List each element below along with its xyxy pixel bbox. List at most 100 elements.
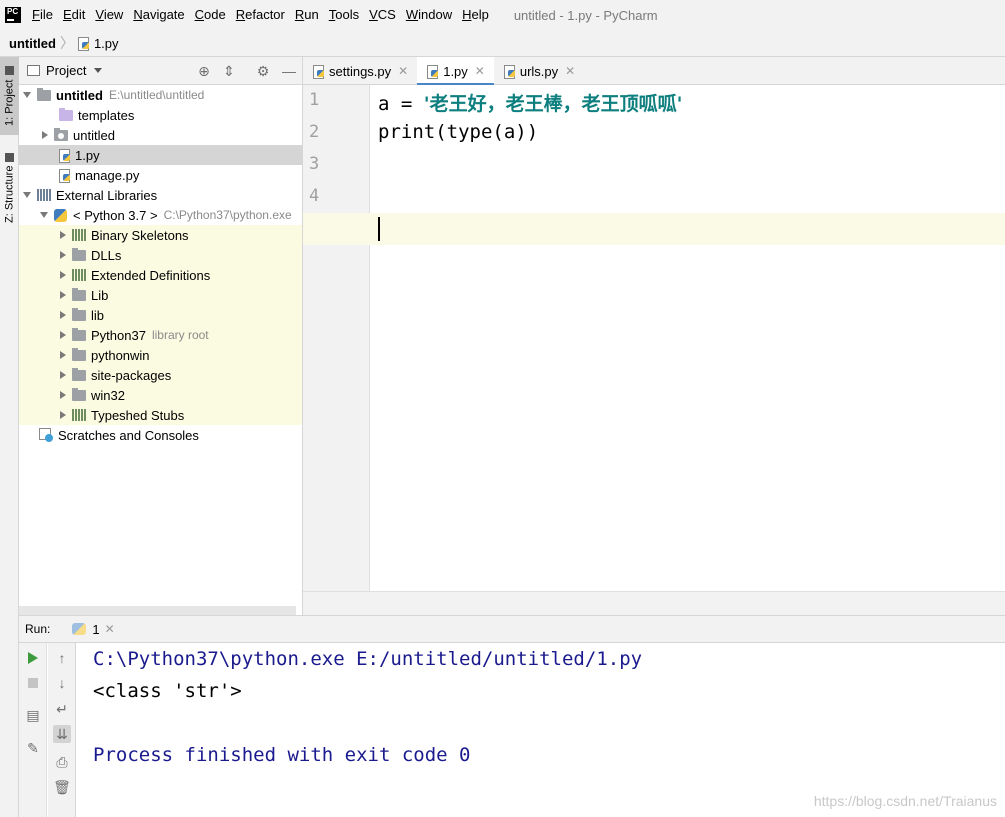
folder-icon	[72, 287, 86, 301]
close-icon[interactable]: ✕	[565, 64, 575, 78]
code-line-2[interactable]: print(type(a))	[378, 121, 538, 143]
tree-item-1py[interactable]: 1.py	[19, 145, 302, 165]
tab-settings-py[interactable]: settings.py ✕	[303, 57, 417, 85]
menu-edit[interactable]: Edit	[58, 0, 90, 30]
scroll-down-button[interactable]: ↓	[53, 674, 71, 692]
tab-label: urls.py	[519, 63, 559, 79]
menu-code[interactable]: Code	[190, 0, 231, 30]
close-icon[interactable]: ✕	[475, 64, 485, 78]
menu-tools[interactable]: Tools	[324, 0, 364, 30]
tree-item-label: Lib	[91, 287, 109, 303]
tree-item-extended-definitions[interactable]: Extended Definitions	[19, 265, 302, 285]
menu-refactor[interactable]: Refactor	[231, 0, 290, 30]
tree-item-typeshed-stubs[interactable]: Typeshed Stubs	[19, 405, 302, 425]
expanded-arrow-icon[interactable]	[40, 212, 48, 218]
menu-vcs[interactable]: VCS	[364, 0, 401, 30]
stop-button[interactable]	[24, 674, 42, 692]
tree-item-lib-lower[interactable]: lib	[19, 305, 302, 325]
collapsed-arrow-icon[interactable]	[60, 291, 66, 299]
menu-help[interactable]: Help	[457, 0, 494, 30]
menu-file[interactable]: File	[27, 0, 58, 30]
collapsed-arrow-icon[interactable]	[60, 311, 66, 319]
pin-tab-button[interactable]: ✎	[24, 739, 42, 757]
chevron-down-icon[interactable]	[94, 68, 103, 73]
run-tab[interactable]: 1	[92, 622, 99, 637]
library-icon	[72, 269, 86, 281]
tree-item-binary-skeletons[interactable]: Binary Skeletons	[19, 225, 302, 245]
menu-navigate[interactable]: Navigate	[128, 0, 189, 30]
minimize-icon[interactable]: —	[281, 63, 297, 79]
folder-icon	[72, 367, 86, 381]
locate-target-icon[interactable]: ⊕	[196, 63, 212, 79]
tab-1-py[interactable]: 1.py ✕	[417, 57, 494, 86]
collapsed-arrow-icon[interactable]	[60, 271, 66, 279]
close-icon[interactable]: ✕	[398, 64, 408, 78]
breadcrumb: untitled 〉 1.py	[0, 30, 1005, 57]
collapsed-arrow-icon[interactable]	[60, 331, 66, 339]
expanded-arrow-icon[interactable]	[23, 92, 31, 98]
project-panel-header: Project ⊕ ⇕ ⚙ —	[19, 57, 302, 85]
rerun-button[interactable]	[24, 649, 42, 667]
tree-item-external-libraries[interactable]: External Libraries	[19, 185, 302, 205]
collapsed-arrow-icon[interactable]	[60, 411, 66, 419]
code-editor[interactable]: a = '老王好，老王棒，老王顶呱呱' print(type(a))	[371, 85, 1005, 591]
folder-icon	[37, 87, 51, 101]
tool-tab-structure[interactable]: Z: Structure	[0, 147, 19, 229]
tool-tab-project-label: 1: Project	[3, 79, 16, 126]
tree-item-python37[interactable]: Python37 library root	[19, 325, 302, 345]
tree-item-python-sdk[interactable]: < Python 3.7 > C:\Python37\python.exe	[19, 205, 302, 225]
close-icon[interactable]: ✕	[105, 622, 115, 636]
arrow-down-icon: ↓	[58, 675, 66, 691]
horizontal-scrollbar[interactable]	[19, 606, 296, 615]
menu-window[interactable]: Window	[401, 0, 457, 30]
tree-item-scratches[interactable]: Scratches and Consoles	[19, 425, 302, 445]
python-icon	[54, 208, 67, 222]
tree-item-label: < Python 3.7 >	[73, 207, 158, 223]
scroll-to-end-button[interactable]: ⇊	[53, 725, 71, 743]
tab-urls-py[interactable]: urls.py ✕	[494, 57, 584, 85]
tree-item-site-packages[interactable]: site-packages	[19, 365, 302, 385]
print-button[interactable]: ⎙	[53, 753, 71, 771]
scroll-up-button[interactable]: ↑	[53, 649, 71, 667]
breadcrumb-file[interactable]: 1.py	[94, 36, 119, 51]
collapsed-arrow-icon[interactable]	[60, 351, 66, 359]
collapsed-arrow-icon[interactable]	[42, 131, 48, 139]
tree-item-templates[interactable]: templates	[19, 105, 302, 125]
clear-all-button[interactable]: 🗑	[53, 778, 71, 796]
line-number: 2	[309, 122, 320, 142]
watermark: https://blog.csdn.net/Traianus	[813, 793, 997, 809]
tree-item-manage-py[interactable]: manage.py	[19, 165, 302, 185]
menu-run[interactable]: Run	[290, 0, 324, 30]
run-console[interactable]: C:\Python37\python.exe E:/untitled/untit…	[77, 643, 1005, 817]
tree-item-untitled-package[interactable]: untitled	[19, 125, 302, 145]
breadcrumb-separator-icon: 〉	[59, 35, 74, 51]
collapse-all-icon[interactable]: ⇕	[221, 63, 237, 79]
tree-item-win32[interactable]: win32	[19, 385, 302, 405]
collapsed-arrow-icon[interactable]	[60, 231, 66, 239]
collapsed-arrow-icon[interactable]	[60, 251, 66, 259]
gear-icon[interactable]: ⚙	[255, 63, 271, 79]
trash-icon: 🗑	[53, 778, 71, 795]
tree-item-label: win32	[91, 387, 125, 403]
tree-item-label: 1.py	[75, 147, 100, 163]
soft-wrap-button[interactable]: ↵	[53, 700, 71, 718]
menu-view[interactable]: View	[90, 0, 128, 30]
expanded-arrow-icon[interactable]	[23, 192, 31, 198]
tree-item-dlls[interactable]: DLLs	[19, 245, 302, 265]
layout-button[interactable]: ▤	[24, 706, 42, 724]
tree-item-untitled-root[interactable]: untitled E:\untitled\untitled	[19, 85, 302, 105]
collapsed-arrow-icon[interactable]	[60, 371, 66, 379]
python-file-icon	[77, 36, 90, 51]
code-line-1[interactable]: a = '老王好，老王棒，老王顶呱呱'	[378, 89, 682, 116]
tree-item-lib-upper[interactable]: Lib	[19, 285, 302, 305]
tree-item-pythonwin[interactable]: pythonwin	[19, 345, 302, 365]
tree-item-label: templates	[78, 107, 135, 123]
breadcrumb-project[interactable]: untitled	[9, 36, 56, 51]
tree-item-label: Python37	[91, 327, 146, 343]
project-view-selector[interactable]: Project	[46, 63, 86, 78]
tool-tab-project[interactable]: 1: Project	[0, 57, 19, 135]
python-file-icon	[503, 64, 516, 79]
console-command-line: C:\Python37\python.exe E:/untitled/untit…	[93, 648, 643, 670]
scroll-to-end-icon: ⇊	[56, 725, 68, 742]
collapsed-arrow-icon[interactable]	[60, 391, 66, 399]
